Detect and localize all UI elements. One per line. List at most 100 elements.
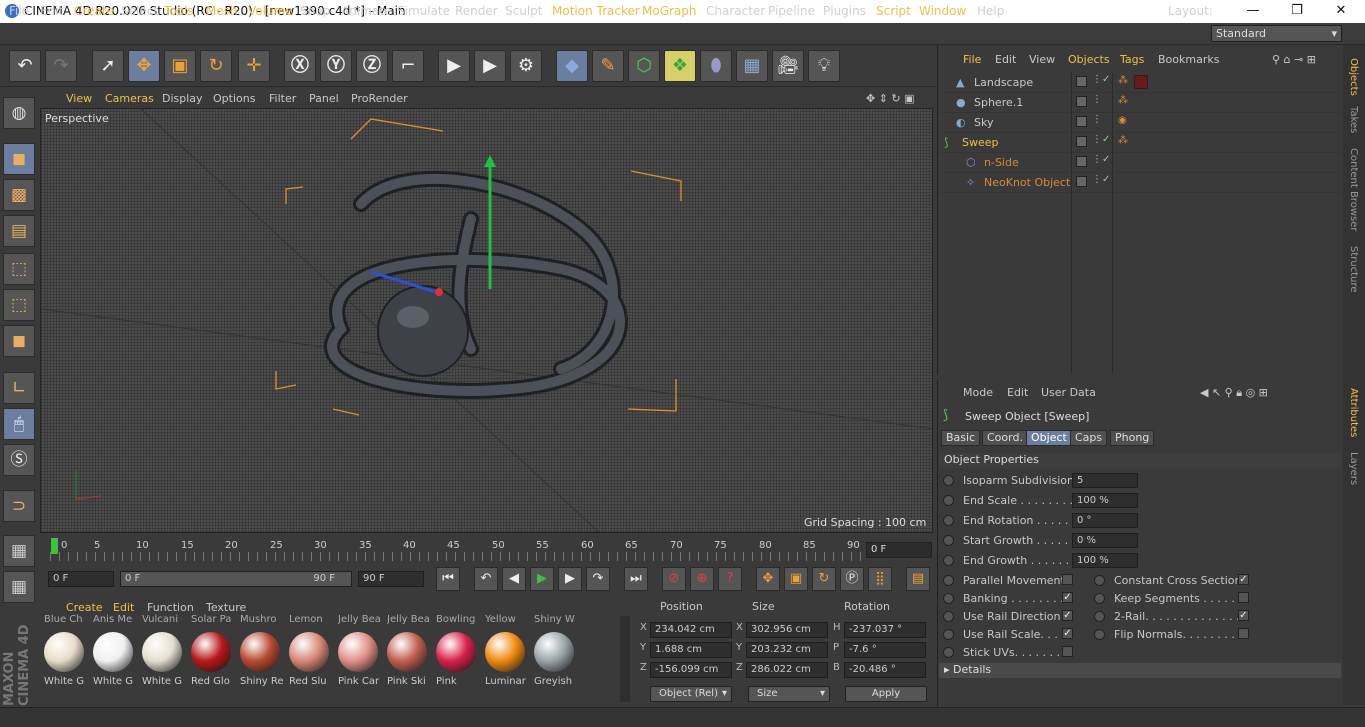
checkbox[interactable]: ✓ xyxy=(1062,628,1073,639)
property-value-field[interactable]: 0 ° xyxy=(1072,513,1138,528)
menu-render[interactable]: Render xyxy=(455,4,498,18)
move-icon[interactable]: ✥ xyxy=(128,50,160,82)
animate-radio[interactable] xyxy=(943,515,954,526)
objmgr-menu-file[interactable]: File xyxy=(963,53,981,66)
animate-radio[interactable] xyxy=(943,629,954,640)
tab-phong[interactable]: Phong xyxy=(1110,430,1155,446)
material-swatch[interactable] xyxy=(93,632,133,672)
snapping-icon[interactable]: Ⓢ xyxy=(3,444,35,476)
menu-pipeline[interactable]: Pipeline xyxy=(768,4,815,18)
scale-icon[interactable]: ▣ xyxy=(164,50,196,82)
make-editable-icon[interactable]: ◍ xyxy=(3,97,35,129)
menu-tools[interactable]: Tools xyxy=(164,4,194,18)
end-frame-field[interactable]: 90 F xyxy=(358,571,424,587)
render-picture-viewer-icon[interactable]: ▶ xyxy=(474,50,506,82)
checkbox[interactable]: ✓ xyxy=(1238,610,1249,621)
object-row[interactable]: ◐ Sky ⋮ ◉ xyxy=(940,113,1340,133)
material-swatch[interactable] xyxy=(387,632,427,672)
previous-frame-icon[interactable]: ◀ xyxy=(502,567,526,591)
material-swatch[interactable] xyxy=(44,632,84,672)
side-tab-structure[interactable]: Structure xyxy=(1348,246,1359,293)
attr-nav-icons[interactable]: ◀ ↖ ⚲ 🔒︎ ◎ ⊞ xyxy=(1200,386,1268,400)
side-tab-attributes[interactable]: Attributes xyxy=(1348,388,1359,437)
visibility-icon[interactable]: ⋮✓ xyxy=(1092,154,1110,165)
material-swatch[interactable] xyxy=(436,632,476,672)
menu-create[interactable]: Create xyxy=(74,4,114,18)
material-swatch[interactable] xyxy=(485,632,525,672)
tag-icon[interactable]: ⁂ xyxy=(1118,135,1128,146)
menu-plugins[interactable]: Plugins xyxy=(823,4,866,18)
tab-object[interactable]: Object xyxy=(1026,430,1072,446)
visibility-icon[interactable]: ⋮✓ xyxy=(1092,174,1110,185)
checkbox[interactable]: ✓ xyxy=(1062,610,1073,621)
menu-volume[interactable]: Volume xyxy=(248,4,293,18)
viewport-menu-view[interactable]: View xyxy=(66,92,92,105)
position-field[interactable]: -156.099 cm xyxy=(650,662,732,678)
viewport-menu-display[interactable]: Display xyxy=(162,92,203,105)
key-rotation-icon[interactable]: ↻ xyxy=(812,567,836,591)
object-row[interactable]: ⬡ n-Side ⋮✓ xyxy=(940,153,1340,173)
rotation-field[interactable]: -7.6 ° xyxy=(844,642,926,658)
model-mode-icon[interactable]: ◼ xyxy=(3,143,35,175)
axis-mode-icon[interactable]: ∟ xyxy=(3,372,35,404)
menu-window[interactable]: Window xyxy=(919,4,966,18)
rotate-icon[interactable]: ↻ xyxy=(200,50,232,82)
animate-radio[interactable] xyxy=(943,535,954,546)
workplane-mode-icon[interactable]: ▤ xyxy=(3,215,35,247)
material-menu-edit[interactable]: Edit xyxy=(113,601,134,614)
property-value-field[interactable]: 100 % xyxy=(1072,493,1138,508)
objmgr-menu-bookmarks[interactable]: Bookmarks xyxy=(1158,53,1219,66)
cube-icon[interactable]: ◆ xyxy=(556,50,588,82)
rotation-field[interactable]: -237.037 ° xyxy=(844,622,926,638)
points-mode-icon[interactable]: ⬚ xyxy=(3,253,35,285)
camera-icon[interactable]: 🎥︎ xyxy=(772,50,804,82)
size-field[interactable]: 286.022 cm xyxy=(746,662,828,678)
object-row[interactable]: ▲ Landscape ⋮✓ ⁂ xyxy=(940,73,1340,93)
tab-coord[interactable]: Coord. xyxy=(982,430,1028,446)
details-section[interactable]: ▸ Details xyxy=(939,663,1341,678)
playhead[interactable] xyxy=(51,538,58,554)
autokey-icon[interactable]: ⊕ xyxy=(690,567,714,591)
go-to-end-icon[interactable]: ⏭ xyxy=(624,567,648,591)
rotation-field[interactable]: -20.486 ° xyxy=(844,662,926,678)
side-tab-objects[interactable]: Objects xyxy=(1348,58,1359,96)
checkbox[interactable]: ✓ xyxy=(1238,574,1249,585)
size-field[interactable]: 203.232 cm xyxy=(746,642,828,658)
menu-character[interactable]: Character xyxy=(706,4,765,18)
tab-caps[interactable]: Caps xyxy=(1070,430,1108,446)
deformer-icon[interactable]: ⬮ xyxy=(700,50,732,82)
objmgr-menu-objects[interactable]: Objects xyxy=(1068,53,1110,66)
material-menu-create[interactable]: Create xyxy=(66,601,103,614)
checkbox[interactable] xyxy=(1238,592,1249,603)
y-axis-icon[interactable]: Ⓨ xyxy=(320,50,352,82)
tag-icon[interactable]: ◉ xyxy=(1118,115,1127,126)
recent-tool-icon[interactable]: ✛ xyxy=(238,50,270,82)
tag-icon[interactable]: ⁂ xyxy=(1118,75,1128,86)
x-axis-icon[interactable]: Ⓧ xyxy=(284,50,316,82)
material-swatch[interactable] xyxy=(534,632,574,672)
key-parameter-icon[interactable]: Ⓟ xyxy=(840,567,864,591)
animate-radio[interactable] xyxy=(943,495,954,506)
side-tab-takes[interactable]: Takes xyxy=(1348,106,1359,133)
visibility-icon[interactable]: ⋮✓ xyxy=(1092,134,1110,145)
side-tab-layers[interactable]: Layers xyxy=(1348,452,1359,485)
layer-icon[interactable] xyxy=(1076,116,1087,127)
size-field[interactable]: 302.956 cm xyxy=(746,622,828,638)
start-frame-field[interactable]: 0 F xyxy=(48,571,114,587)
menu-animate[interactable]: Animate xyxy=(341,4,391,18)
grid-lock-icon[interactable]: ▦ xyxy=(3,571,35,603)
size-mode-dropdown[interactable]: Size ▾ xyxy=(748,686,830,702)
visibility-icon[interactable]: ⋮✓ xyxy=(1092,74,1110,85)
coordinate-system-icon[interactable]: ⌐ xyxy=(392,50,424,82)
redo-icon[interactable]: ↷ xyxy=(45,50,77,82)
menu-help[interactable]: Help xyxy=(977,4,1004,18)
texture-mode-icon[interactable]: ▩ xyxy=(3,179,35,211)
animate-radio[interactable] xyxy=(943,647,954,658)
coord-mode-dropdown[interactable]: Object (Rel) ▾ xyxy=(650,686,732,702)
objmgr-menu-view[interactable]: View xyxy=(1029,53,1055,66)
layout-select[interactable]: Standard ▾ xyxy=(1211,25,1342,42)
tab-basic[interactable]: Basic xyxy=(941,430,981,446)
objmgr-menu-tags[interactable]: Tags xyxy=(1120,53,1144,66)
perspective-viewport[interactable] xyxy=(40,108,933,533)
checkbox[interactable]: ✓ xyxy=(1062,592,1073,603)
